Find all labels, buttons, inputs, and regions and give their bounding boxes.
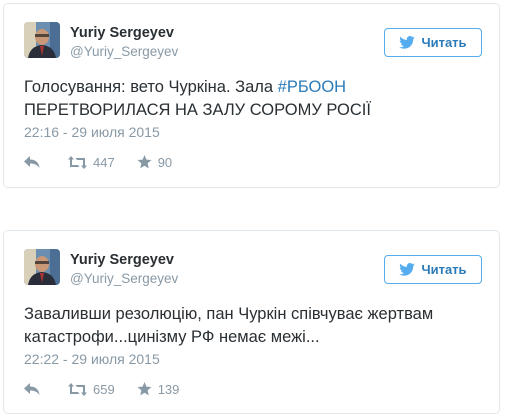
avatar[interactable] xyxy=(24,22,60,58)
hashtag-link[interactable]: #РБООН xyxy=(278,78,346,96)
tweet-timestamp[interactable]: 22:16 - 29 июля 2015 xyxy=(24,124,160,140)
reply-button[interactable] xyxy=(24,155,40,169)
author-handle[interactable]: @Yuriy_Sergeyev xyxy=(70,44,178,59)
like-button[interactable]: 90 xyxy=(137,155,172,170)
tweet-text-part: катастрофи...цинізму РФ немає межі... xyxy=(24,328,320,346)
follow-button[interactable]: Читать xyxy=(384,255,482,284)
author-name[interactable]: Yuriy Sergeyev xyxy=(70,252,174,268)
tweet-card: Yuriy Sergeyev @Yuriy_Sergeyev Читать За… xyxy=(3,230,500,414)
follow-button[interactable]: Читать xyxy=(384,28,482,57)
avatar[interactable] xyxy=(24,249,60,285)
twitter-bird-icon xyxy=(399,263,416,276)
author-name[interactable]: Yuriy Sergeyev xyxy=(70,25,174,41)
follow-button-label: Читать xyxy=(421,262,467,277)
follow-button-label: Читать xyxy=(421,35,467,50)
tweet-timestamp[interactable]: 22:22 - 29 июля 2015 xyxy=(24,351,160,367)
reply-icon xyxy=(24,382,40,396)
like-button[interactable]: 139 xyxy=(137,381,180,397)
retweet-button[interactable]: 659 xyxy=(68,382,115,397)
tweet-actions: 659 139 xyxy=(24,380,179,398)
tweet-actions: 447 90 xyxy=(24,153,172,171)
retweet-icon xyxy=(68,382,87,396)
retweet-button[interactable]: 447 xyxy=(68,155,115,170)
star-icon xyxy=(137,155,152,169)
tweet-text: Голосування: вето Чуркіна. Зала #РБООН ПЕ… xyxy=(24,76,484,122)
author-handle[interactable]: @Yuriy_Sergeyev xyxy=(70,271,178,286)
tweet-text-part: ПЕРЕТВОРИЛАСЯ НА ЗАЛУ СОРОМУ РОСІЇ xyxy=(24,101,371,119)
like-count: 90 xyxy=(157,154,173,170)
retweet-icon xyxy=(68,155,87,169)
reply-button[interactable] xyxy=(24,382,40,396)
tweet-text-part: Голосування: вето Чуркіна. Зала xyxy=(24,78,278,96)
tweet-text-part: Заваливши резолюцію, пан Чуркін співчува… xyxy=(24,305,434,323)
tweet-text: Заваливши резолюцію, пан Чуркін співчува… xyxy=(24,303,484,349)
tweet-card: Yuriy Sergeyev @Yuriy_Sergeyev Читать Го… xyxy=(3,3,500,188)
retweet-count: 447 xyxy=(93,154,115,170)
reply-icon xyxy=(24,155,40,169)
twitter-bird-icon xyxy=(399,36,416,49)
like-count: 139 xyxy=(157,381,180,397)
retweet-count: 659 xyxy=(93,381,115,397)
star-icon xyxy=(137,382,152,396)
